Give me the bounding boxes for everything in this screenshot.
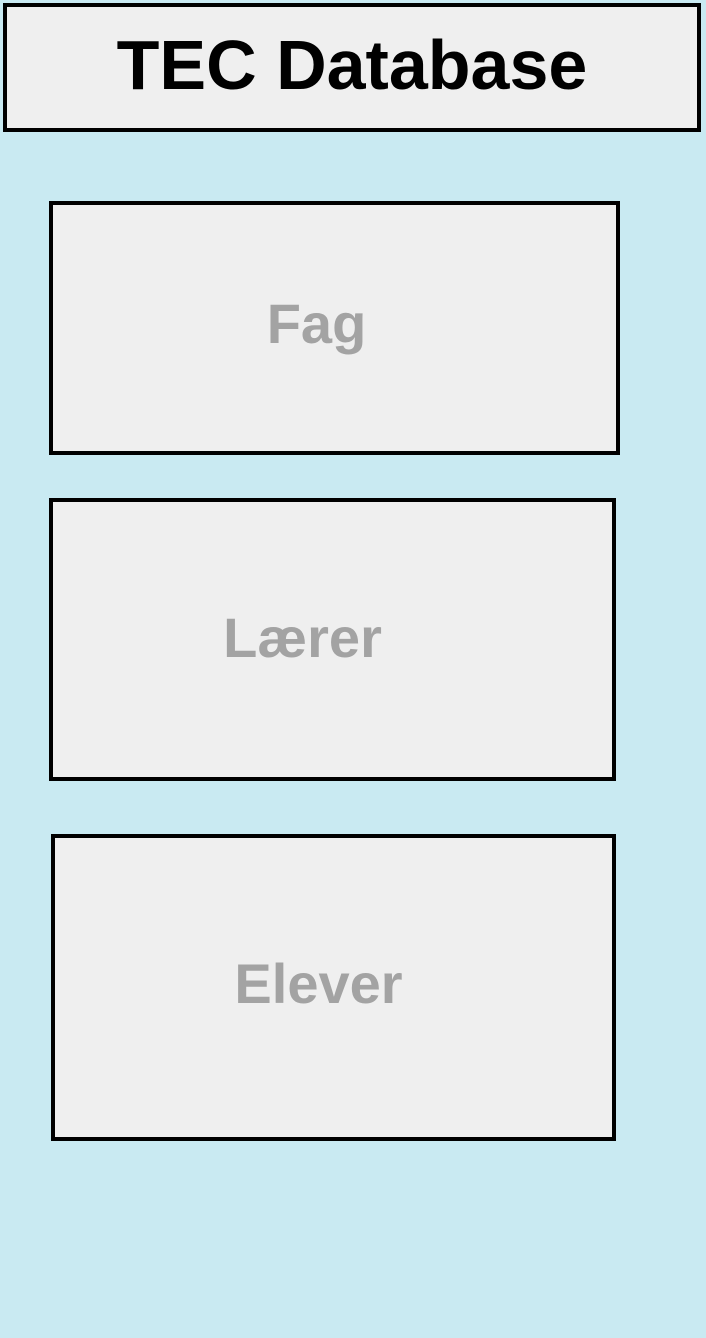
laerer-button-label: Lærer: [223, 606, 382, 669]
fag-button-label: Fag: [266, 291, 367, 355]
laerer-button[interactable]: Lærer: [49, 498, 616, 781]
fag-button[interactable]: Fag: [49, 201, 620, 455]
elever-button-label: Elever: [234, 952, 403, 1015]
page-title: TEC Database: [116, 25, 588, 104]
app-header: TEC Database: [3, 3, 701, 132]
elever-button[interactable]: Elever: [51, 834, 616, 1141]
